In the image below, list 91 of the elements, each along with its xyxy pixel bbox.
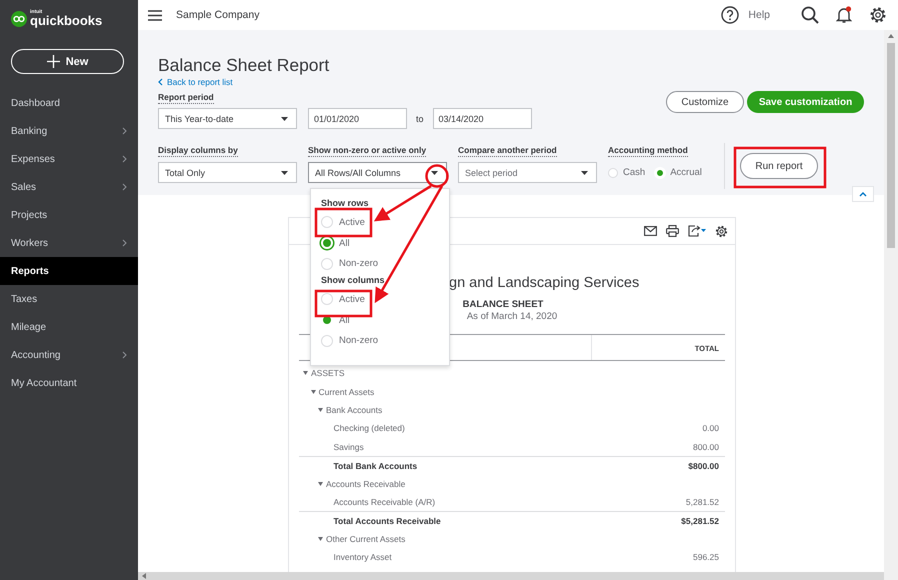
vertical-scrollbar[interactable] [884,30,898,580]
bell-icon[interactable] [836,6,852,24]
date-field[interactable]: 01/01/2020 [308,108,407,129]
nav-item[interactable]: Reports [0,257,138,285]
field-label: Display columns by [158,145,238,157]
report-title: BALANCE SHEET [462,299,544,310]
radio-option[interactable]: Cash [608,167,646,178]
export-icon[interactable] [688,225,706,237]
logo-icon [11,10,27,26]
plus-icon [46,55,60,68]
menu-section-title: Show columns [321,275,386,288]
caret-icon [581,170,588,174]
scroll-left-icon[interactable] [142,573,147,579]
row-label: Inventory Asset [334,552,392,562]
nav-item[interactable]: Projects [0,201,138,229]
compare-select[interactable]: Select period [458,162,597,183]
row-label: Total Bank Accounts [334,460,418,471]
radio-option[interactable]: All [321,232,449,254]
help-link[interactable]: Help [748,9,770,21]
company-title: gn and Landscaping Services [449,274,640,292]
amount-cell-text: $5,281.52 [681,516,720,526]
nav-item[interactable]: Taxes [0,285,138,313]
report-date: As of March 14, 2020 [466,311,558,322]
mail-icon[interactable] [644,226,657,236]
caret-icon [281,116,288,120]
radio-option[interactable]: Non-zero [321,330,449,352]
customize-button[interactable]: Customize [666,91,744,113]
horizontal-scrollbar[interactable] [138,572,884,580]
rows-columns-select[interactable]: All Rows/All Columns [308,162,447,183]
caret-icon[interactable] [303,371,308,376]
date-field[interactable]: 03/14/2020 [432,108,532,129]
caret-icon[interactable] [318,408,323,412]
nav-item[interactable]: Banking [0,117,138,145]
period-select[interactable]: This Year-to-date [158,108,297,129]
caret-icon[interactable] [310,390,316,394]
nav-item[interactable]: Workers [0,229,138,257]
field-label: Compare another period [458,145,557,157]
caret-icon [431,170,438,174]
row-label: ASSETS [311,368,345,378]
new-button[interactable]: New [11,49,124,74]
amount-cell-text: 800.00 [693,442,720,452]
radio-option[interactable]: Active [321,212,449,233]
highlight-frame [314,290,372,318]
logo-text: quickbooks [30,14,102,27]
run-report-button[interactable]: Run report [740,153,818,179]
row-label: Accounts Receivable [326,478,406,489]
columns-select[interactable]: Total Only [158,162,297,183]
amount-cell-text: $800.00 [688,460,720,471]
menu-section-title: Show rows [321,198,370,210]
chevron-icon [158,78,163,86]
to-label: to [416,114,424,124]
nav-item[interactable]: Sales [0,173,138,201]
amount-cell-text: 5,281.52 [686,496,720,507]
amount-cell-text: 0.00 [702,423,720,434]
field-label: Accounting method [608,145,688,157]
amount-cell-text: 596.25 [693,552,720,562]
search-icon[interactable] [801,6,819,24]
page-title: Balance Sheet Report [158,55,330,75]
menu-icon[interactable] [148,10,162,20]
scroll-up-icon[interactable] [888,34,894,39]
caret-icon[interactable] [318,482,323,486]
row-label: Savings [334,442,364,452]
settings-icon[interactable] [715,224,728,238]
radio-option[interactable]: Active [321,289,449,310]
radio-option[interactable]: Non-zero [321,253,449,274]
row-label: Total Accounts Receivable [334,516,441,526]
company-name: Sample Company [176,9,260,21]
highlight-frame [314,208,372,238]
collapse-button[interactable] [852,186,874,202]
settings-icon[interactable] [869,6,887,24]
nav-item[interactable]: Mileage [0,313,138,341]
chevron-icon [859,192,867,196]
field-label: Show non-zero or active only [308,145,426,157]
highlight-circle [425,164,449,188]
print-icon[interactable] [666,225,679,237]
radio-option[interactable]: Accrual [655,167,702,178]
nav-item[interactable]: Accounting [0,341,138,369]
nav-item[interactable]: My Accountant [0,369,138,397]
nav-item[interactable]: Expenses [0,145,138,173]
caret-icon [281,170,288,174]
back-link[interactable]: Back to report list [158,77,532,87]
row-label: Other Current Assets [326,534,406,544]
scroll-thumb[interactable] [887,43,895,248]
row-label: Checking (deleted) [334,423,405,434]
row-label: Current Assets [318,386,374,397]
row-label: Accounts Receivable (A/R) [334,496,436,507]
nav-item[interactable]: Dashboard [0,89,138,117]
row-label: Bank Accounts [326,404,382,415]
caret-icon[interactable] [318,536,323,541]
field-label: Report period [158,92,214,104]
help-icon[interactable] [721,6,740,24]
